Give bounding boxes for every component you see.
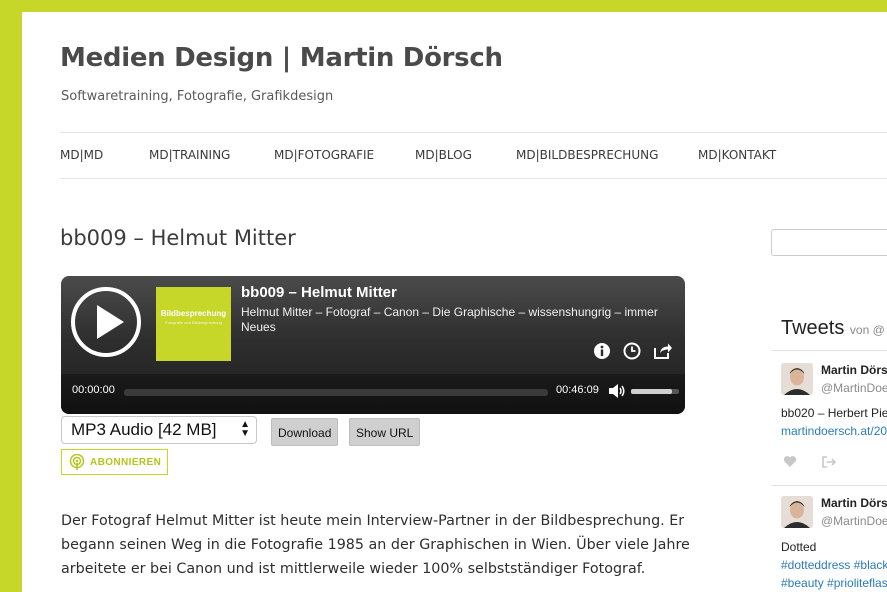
- nav-item-md[interactable]: MD|MD: [60, 148, 103, 162]
- podcast-player: Bildbesprechung Fotografie und Bildbespr…: [61, 276, 685, 414]
- cover-subtitle: Fotografie und Bildbesprechung: [165, 320, 222, 325]
- play-icon: [97, 305, 124, 339]
- page: Medien Design | Martin Dörsch Softwaretr…: [22, 12, 887, 592]
- duration: 00:46:09: [556, 384, 599, 396]
- nav-item-blog[interactable]: MD|BLOG: [415, 148, 472, 162]
- progress-track[interactable]: [124, 389, 548, 396]
- divider: [771, 350, 887, 351]
- search-input[interactable]: [771, 229, 887, 256]
- main-navigation: MD|MD MD|TRAINING MD|FOTOGRAFIE MD|BLOG …: [60, 132, 887, 179]
- subscribe-button[interactable]: ABONNIEREN: [61, 449, 168, 475]
- volume-slider[interactable]: [631, 389, 679, 394]
- tweet-link[interactable]: martindoersch.at/20: [781, 424, 887, 438]
- tweet-item[interactable]: Martin Dörs @MartinDoe Dotted #dotteddre…: [781, 496, 887, 592]
- nav-item-training[interactable]: MD|TRAINING: [149, 148, 230, 162]
- episode-cover: Bildbesprechung Fotografie und Bildbespr…: [156, 287, 231, 361]
- post-title: bb009 – Helmut Mitter: [60, 226, 296, 250]
- tweet-item[interactable]: Martin Dörs @MartinDoe bb020 – Herbert P…: [781, 363, 887, 478]
- format-select[interactable]: MP3 Audio [42 MB] ▲ ▼: [61, 416, 257, 444]
- tweet-hashtags[interactable]: #dotteddress #black: [781, 558, 887, 572]
- share-out-icon[interactable]: [821, 455, 837, 469]
- tweet-author[interactable]: Martin Dörs: [821, 496, 887, 510]
- nav-item-fotografie[interactable]: MD|FOTOGRAFIE: [274, 148, 374, 162]
- episode-title: bb009 – Helmut Mitter: [241, 284, 397, 301]
- site-tagline: Softwaretraining, Fotografie, Grafikdesi…: [61, 89, 334, 104]
- like-heart-icon[interactable]: [783, 455, 797, 468]
- tweets-title: Tweets: [781, 317, 845, 339]
- tweet-handle[interactable]: @MartinDoe: [821, 381, 887, 395]
- select-arrows-icon: ▲ ▼: [240, 419, 250, 439]
- tweet-text: Dotted: [781, 540, 817, 554]
- current-time: 00:00:00: [72, 384, 115, 396]
- tweet-hashtags[interactable]: #beauty #prioliteflas: [781, 576, 887, 590]
- tweet-handle[interactable]: @MartinDoe: [821, 514, 887, 528]
- info-icon[interactable]: [593, 342, 611, 360]
- volume-icon[interactable]: [608, 383, 626, 404]
- share-icon[interactable]: [653, 342, 672, 360]
- progress-bar-row: 00:00:00 00:46:09: [61, 374, 685, 414]
- tweet-text: bb020 – Herbert Pie: [781, 406, 887, 420]
- format-select-value: MP3 Audio [42 MB]: [71, 420, 217, 439]
- volume-level: [631, 389, 672, 394]
- tweets-header: Tweets von @: [781, 317, 885, 340]
- chapters-clock-icon[interactable]: [623, 342, 641, 360]
- cover-title: Bildbesprechung: [160, 309, 227, 318]
- avatar[interactable]: [781, 496, 813, 528]
- site-title[interactable]: Medien Design | Martin Dörsch: [60, 43, 503, 73]
- play-button[interactable]: [71, 287, 141, 357]
- subscribe-label: ABONNIEREN: [90, 457, 162, 468]
- avatar[interactable]: [781, 363, 813, 395]
- tweet-author[interactable]: Martin Dörs: [821, 363, 887, 377]
- divider: [771, 485, 887, 486]
- download-button[interactable]: Download: [271, 418, 339, 446]
- nav-item-kontakt[interactable]: MD|KONTAKT: [698, 148, 776, 162]
- show-url-button[interactable]: Show URL: [349, 418, 421, 446]
- podcast-icon: [69, 454, 85, 470]
- nav-item-bildbesprechung[interactable]: MD|BILDBESPRECHUNG: [516, 148, 658, 162]
- post-paragraph: Der Fotograf Helmut Mitter ist heute mei…: [61, 513, 690, 577]
- episode-subtitle: Helmut Mitter – Fotograf – Canon – Die G…: [241, 305, 658, 334]
- tweets-by[interactable]: von @: [850, 323, 885, 337]
